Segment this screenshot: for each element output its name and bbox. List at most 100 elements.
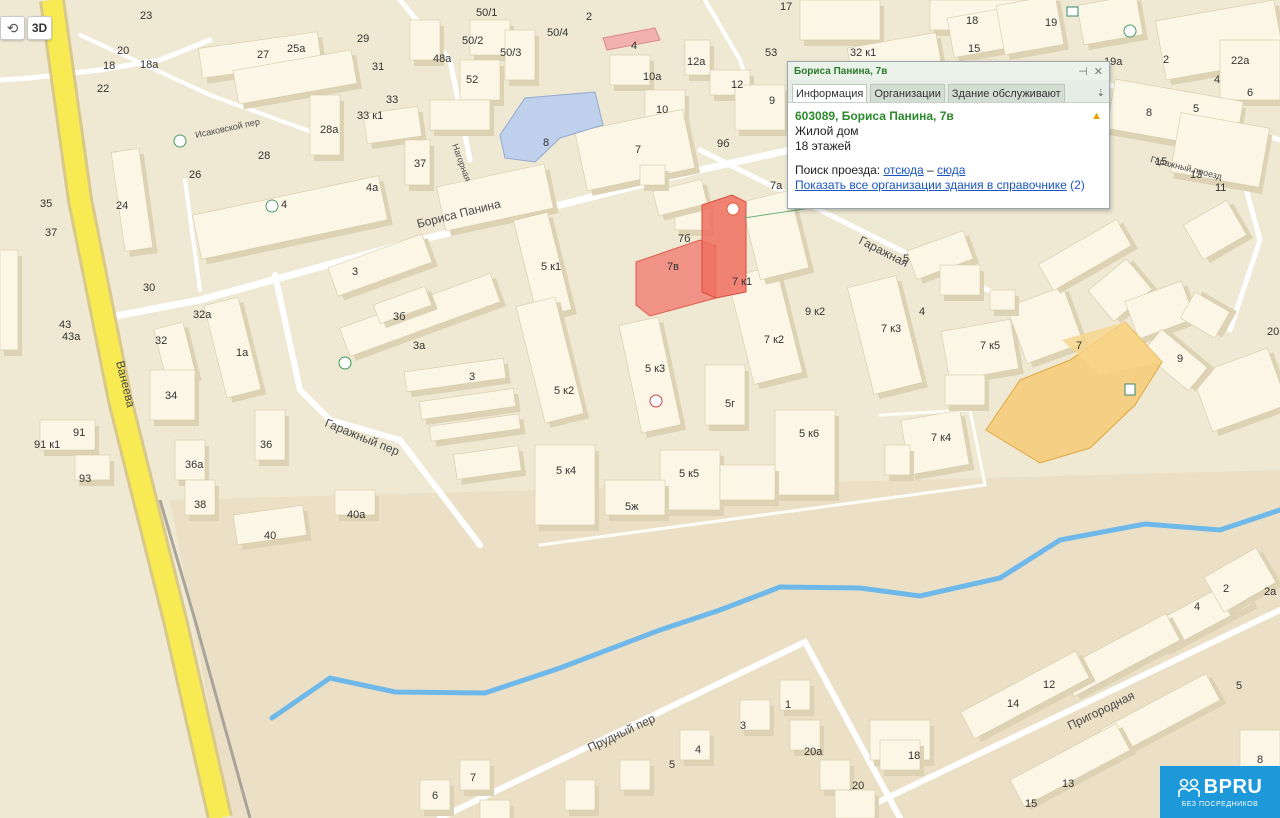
building-number-label: 52 xyxy=(466,74,478,86)
pin-icon[interactable]: ⊣ xyxy=(1078,65,1088,78)
building-number-label: 7 к3 xyxy=(881,323,901,335)
building[interactable] xyxy=(734,84,789,136)
building-number-label: 9б xyxy=(717,138,729,150)
building-number-label: 40а xyxy=(347,509,366,521)
building-number-label: 50/1 xyxy=(476,7,497,19)
office-icon xyxy=(1124,383,1136,396)
brand-tagline: БЕЗ ПОСРЕДНИКОВ xyxy=(1181,801,1259,808)
building-number-label: 7 xyxy=(1076,340,1082,352)
building-number-label: 5 xyxy=(1236,680,1242,692)
building[interactable] xyxy=(939,264,984,301)
building-number-label: 25а xyxy=(287,43,306,55)
building-number-label: 2 xyxy=(1223,583,1229,595)
brand-logo: BPRU xyxy=(1203,776,1263,798)
building-number-label: 18а xyxy=(140,59,159,71)
building-number-label: 34 xyxy=(165,390,177,402)
building-number-label: 12 xyxy=(1043,679,1055,691)
rotate-icon[interactable]: ⟲ xyxy=(0,16,25,40)
building[interactable] xyxy=(619,759,654,796)
building-number-label: 8 xyxy=(1146,107,1152,119)
building[interactable] xyxy=(254,409,289,466)
building[interactable] xyxy=(459,759,494,796)
building-number-label: 7 xyxy=(635,144,641,156)
building-number-label: 28а xyxy=(320,124,339,136)
building-number-label: 91 xyxy=(73,427,85,439)
building[interactable] xyxy=(534,444,599,531)
building[interactable] xyxy=(834,789,879,818)
building-number-label: 28 xyxy=(258,150,270,162)
marker-icon xyxy=(726,202,740,216)
building-number-label: 93 xyxy=(79,473,91,485)
route-to-link[interactable]: сюда xyxy=(937,163,965,177)
building[interactable] xyxy=(799,0,884,46)
show-organizations-link[interactable]: Показать все организации здания в справо… xyxy=(795,178,1067,192)
building-info-popup: Бориса Панина, 7в ⊣ ✕ Информация Организ… xyxy=(787,61,1110,209)
building-type: Жилой дом xyxy=(795,124,859,138)
building[interactable] xyxy=(989,289,1019,316)
service-icon xyxy=(265,199,279,213)
building-number-label: 4 xyxy=(281,199,287,211)
building-number-label: 14 xyxy=(1007,698,1019,710)
building-number-label: 7в xyxy=(667,261,679,273)
building-number-label: 20а xyxy=(804,746,823,758)
building-number-label: 30 xyxy=(143,282,155,294)
building[interactable] xyxy=(429,99,494,136)
building[interactable] xyxy=(944,374,989,411)
route-from-link[interactable]: отсюда xyxy=(883,163,923,177)
building-number-label: 7 к2 xyxy=(764,334,784,346)
map-controls: ⟲ 3D xyxy=(0,16,52,40)
warning-icon[interactable]: ▲ xyxy=(1091,109,1102,124)
tab-organizations[interactable]: Организации xyxy=(870,84,945,102)
building-number-label: 17 xyxy=(780,1,792,13)
building[interactable] xyxy=(884,444,914,481)
popup-header: Бориса Панина, 7в ⊣ ✕ xyxy=(788,62,1109,80)
building-number-label: 18 xyxy=(908,750,920,762)
building-number-label: 4 xyxy=(631,40,637,52)
organizations-count: (2) xyxy=(1070,178,1085,192)
building-number-label: 31 xyxy=(372,61,384,73)
building-number-label: 20 xyxy=(1267,326,1279,338)
tabs-more-icon[interactable]: ⇣ xyxy=(1097,88,1105,102)
building[interactable] xyxy=(0,249,22,356)
building[interactable] xyxy=(774,409,839,501)
brand-badge[interactable]: BPRU БЕЗ ПОСРЕДНИКОВ xyxy=(1160,766,1280,818)
building-number-label: 7 к5 xyxy=(980,340,1000,352)
building-number-label: 8 xyxy=(543,137,549,149)
building-number-label: 4 xyxy=(919,306,925,318)
building-number-label: 19 xyxy=(1045,17,1057,29)
building-number-label: 37 xyxy=(414,158,426,170)
building-number-label: 2 xyxy=(586,11,592,23)
building[interactable] xyxy=(564,779,599,816)
building-number-label: 5 к1 xyxy=(541,261,561,273)
building[interactable] xyxy=(719,464,779,506)
building-number-label: 15 xyxy=(968,43,980,55)
people-icon xyxy=(1177,778,1200,797)
building-number-label: 5 к5 xyxy=(679,468,699,480)
building-number-label: 3б xyxy=(393,311,405,323)
tab-info[interactable]: Информация xyxy=(792,84,868,102)
building-number-label: 9 к2 xyxy=(805,306,825,318)
building-number-label: 20 xyxy=(852,780,864,792)
close-icon[interactable]: ✕ xyxy=(1094,65,1103,78)
building-number-label: 2а xyxy=(1264,586,1277,598)
route-search: Поиск проезда: отсюда – сюда xyxy=(795,163,1102,178)
tab-building-services[interactable]: Здание обслуживают xyxy=(947,84,1065,102)
building-number-label: 5 к3 xyxy=(645,363,665,375)
building-number-label: 32 к1 xyxy=(850,47,876,59)
hospital-icon xyxy=(649,394,663,408)
building-number-label: 22 xyxy=(97,83,109,95)
building[interactable] xyxy=(659,449,724,516)
building[interactable] xyxy=(639,164,669,191)
popup-tabs: Информация Организации Здание обслуживаю… xyxy=(788,80,1109,103)
building[interactable] xyxy=(479,799,514,818)
building-number-label: 29 xyxy=(357,33,369,45)
check-icon xyxy=(338,356,352,370)
building-number-label: 33 xyxy=(386,94,398,106)
building-number-label: 3 xyxy=(352,266,358,278)
building-number-label: 4а xyxy=(366,182,379,194)
view-3d-button[interactable]: 3D xyxy=(27,16,52,40)
building-address: 603089, Бориса Панина, 7в xyxy=(795,109,954,123)
building-number-label: 35 xyxy=(40,198,52,210)
building-number-label: 1а xyxy=(236,347,249,359)
building-number-label: 24 xyxy=(116,200,128,212)
